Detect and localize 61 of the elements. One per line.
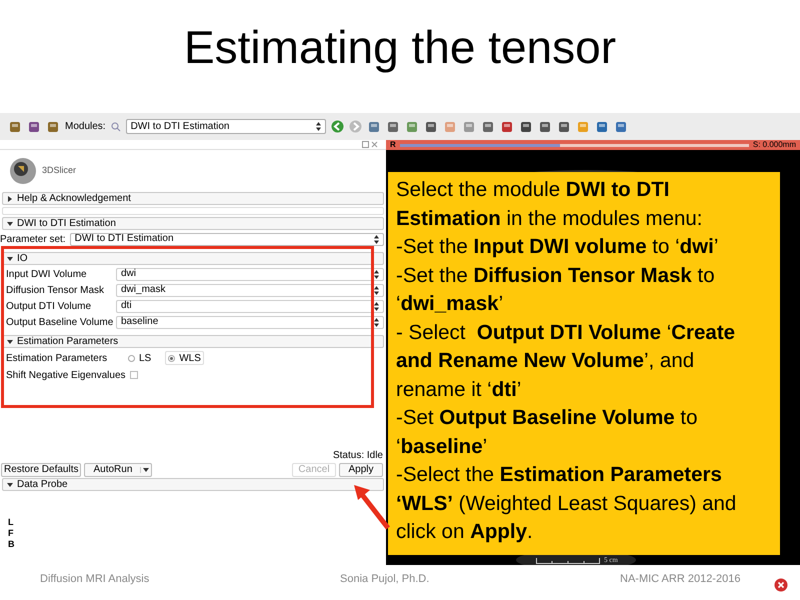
status-text: Status: Idle bbox=[332, 449, 383, 462]
logo-text: 3DSlicer bbox=[42, 164, 76, 178]
callout-text: -Set the Input DWI volume to ‘dwi’ bbox=[396, 234, 720, 260]
spinner-arrows-icon bbox=[374, 234, 379, 244]
section-header[interactable]: Estimation Parameters bbox=[2, 335, 384, 348]
orientation-label: B bbox=[8, 539, 16, 550]
parameter-set-label: Parameter set: bbox=[0, 232, 66, 246]
field-label: Diffusion Tensor Mask bbox=[5, 284, 106, 298]
spinner-arrows-icon bbox=[316, 122, 321, 131]
spinner-arrows-icon bbox=[374, 302, 379, 310]
spinner-arrows-icon bbox=[374, 270, 379, 278]
slice-label: R bbox=[390, 141, 396, 149]
expanded-caret-icon bbox=[7, 256, 13, 262]
expanded-caret-icon bbox=[143, 467, 150, 473]
orientation-label: F bbox=[8, 528, 14, 539]
footer-text: Sonia Pujol, Ph.D. bbox=[340, 572, 430, 588]
callout-text: -Select the Estimation Parameters ‘WLS’ (Weighted Least Squares) and click on Apply. bbox=[396, 462, 738, 545]
section-header[interactable]: Help & Acknowledgement bbox=[2, 192, 384, 205]
search-icon bbox=[110, 122, 121, 132]
slice-slider[interactable] bbox=[400, 144, 749, 146]
float-icon[interactable] bbox=[362, 141, 369, 148]
collapsed-caret-icon bbox=[7, 196, 13, 202]
callout-text: -Set Output Baseline Volume to ‘baseline’ bbox=[396, 405, 698, 460]
footer-text: NA-MIC ARR 2012-2016 bbox=[620, 572, 740, 588]
callout-text: Select the module DWI to DTI Estimation in the modules menu: bbox=[396, 177, 704, 232]
back-icon[interactable] bbox=[330, 120, 344, 133]
modules-label: Modules: bbox=[65, 120, 106, 134]
parameter-set-select[interactable]: DWI to DTI Estimation bbox=[70, 232, 384, 246]
scale-bar bbox=[536, 558, 600, 564]
close-icon[interactable] bbox=[371, 141, 378, 148]
module-select[interactable]: DWI to DTI Estimation bbox=[126, 119, 326, 134]
volume-select[interactable]: baseline bbox=[116, 316, 384, 328]
restore-defaults-button[interactable]: Restore Defaults bbox=[1, 463, 82, 477]
volume-select[interactable]: dti bbox=[116, 300, 384, 312]
section-header[interactable]: DWI to DTI Estimation bbox=[2, 217, 384, 230]
field-label: Input DWI Volume bbox=[5, 268, 88, 282]
slice-reading: S: 0.000mm bbox=[752, 141, 796, 149]
spinner-arrows-icon bbox=[374, 286, 379, 294]
footer-text: Diffusion MRI Analysis bbox=[40, 572, 150, 588]
close-icon[interactable] bbox=[774, 578, 788, 592]
expanded-caret-icon bbox=[7, 338, 13, 344]
checkbox[interactable] bbox=[130, 371, 138, 379]
apply-button[interactable]: Apply bbox=[339, 463, 383, 477]
volume-select[interactable]: dwi bbox=[116, 268, 384, 280]
section-header[interactable]: IO bbox=[2, 252, 384, 265]
section-header[interactable]: Data Probe bbox=[2, 478, 384, 491]
shift-eigenvalues-label: Shift Negative Eigenvalues bbox=[6, 368, 126, 382]
expanded-caret-icon bbox=[7, 220, 13, 226]
field-label: Output DTI Volume bbox=[5, 300, 92, 314]
autorun-button[interactable]: AutoRun bbox=[84, 463, 152, 477]
expanded-caret-icon bbox=[7, 482, 13, 488]
field-label: Output Baseline Volume bbox=[5, 316, 114, 330]
slicer-logo-icon bbox=[8, 156, 38, 186]
volume-select[interactable]: dwi_mask bbox=[116, 284, 384, 296]
estimation-label: Estimation Parameters bbox=[5, 352, 108, 366]
radio-option[interactable]: WLS bbox=[165, 351, 204, 365]
arrow-icon bbox=[352, 484, 390, 530]
callout-text: -Set the Diffusion Tensor Mask to ‘dwi_mask’ bbox=[396, 262, 716, 317]
spinner-arrows-icon bbox=[374, 318, 379, 326]
orientation-label: L bbox=[8, 517, 14, 528]
radio-option[interactable]: LS bbox=[126, 351, 154, 365]
